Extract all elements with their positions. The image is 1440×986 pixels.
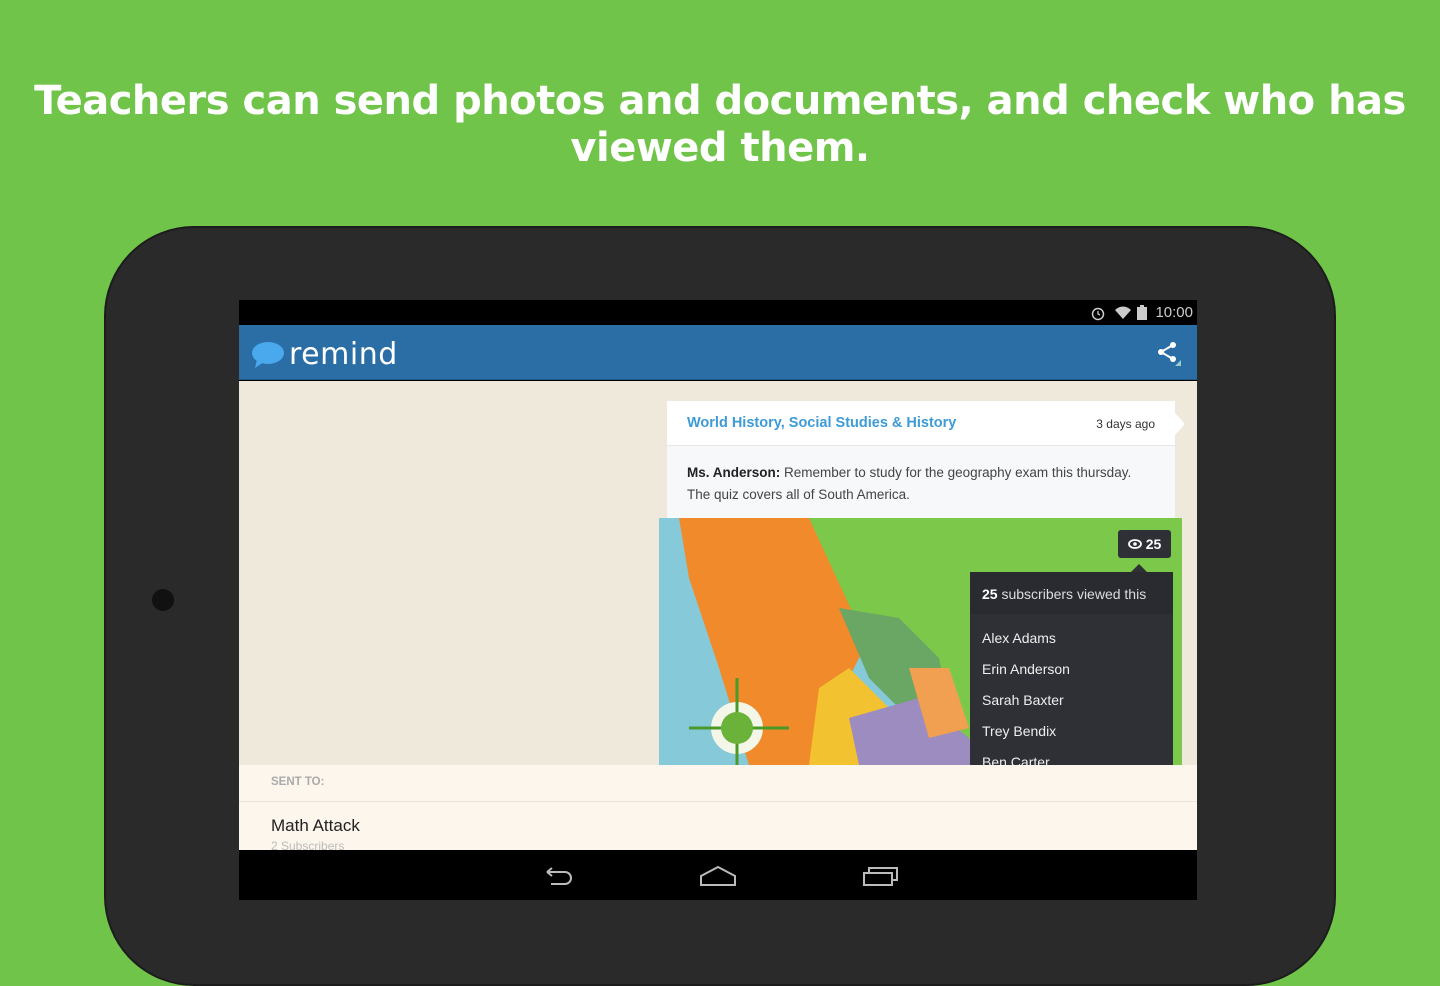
recipient-class[interactable]: Math Attack bbox=[271, 816, 360, 836]
divider bbox=[239, 801, 1197, 802]
viewer-item: Erin Anderson bbox=[982, 661, 1070, 677]
status-bar: 10:00 bbox=[239, 300, 1197, 325]
viewer-item: Trey Bendix bbox=[982, 723, 1057, 739]
message-area: World History, Social Studies & History … bbox=[239, 381, 1197, 772]
share-icon[interactable] bbox=[1155, 340, 1181, 366]
viewer-item: Sarah Baxter bbox=[982, 692, 1064, 708]
message-body: Ms. Anderson: Remember to study for the … bbox=[667, 446, 1175, 518]
home-icon[interactable] bbox=[699, 864, 737, 888]
sent-to-label: SENT TO: bbox=[271, 776, 325, 788]
app-bar: remind bbox=[239, 325, 1197, 380]
battery-icon bbox=[1137, 305, 1147, 320]
class-name[interactable]: World History, Social Studies & History bbox=[687, 415, 956, 431]
alarm-icon bbox=[1091, 307, 1105, 321]
viewer-item: Alex Adams bbox=[982, 630, 1056, 646]
viewers-popover: 25 subscribers viewed this Alex Adams Er… bbox=[970, 564, 1173, 772]
recents-icon[interactable] bbox=[862, 864, 900, 888]
viewers-header: 25 subscribers viewed this bbox=[970, 572, 1173, 614]
clock: 10:00 bbox=[1155, 304, 1193, 321]
speech-bubble-icon bbox=[252, 341, 284, 368]
message-header[interactable]: World History, Social Studies & History … bbox=[667, 401, 1185, 446]
wifi-icon bbox=[1115, 306, 1131, 319]
camera bbox=[152, 589, 174, 611]
view-count-badge[interactable]: 25 bbox=[1118, 530, 1171, 558]
navigation-bar bbox=[239, 850, 1197, 900]
back-icon[interactable] bbox=[539, 864, 575, 888]
timestamp: 3 days ago bbox=[1096, 417, 1155, 431]
eye-icon bbox=[1127, 539, 1142, 549]
headline: Teachers can send photos and documents, … bbox=[34, 78, 1406, 171]
sender: Ms. Anderson: bbox=[687, 465, 781, 480]
screen: 10:00 remind World History, Social Studi… bbox=[239, 300, 1197, 900]
remind-logo: remind bbox=[251, 337, 398, 372]
sent-to-section: SENT TO: Math Attack 2 Subscribers bbox=[239, 765, 1197, 853]
